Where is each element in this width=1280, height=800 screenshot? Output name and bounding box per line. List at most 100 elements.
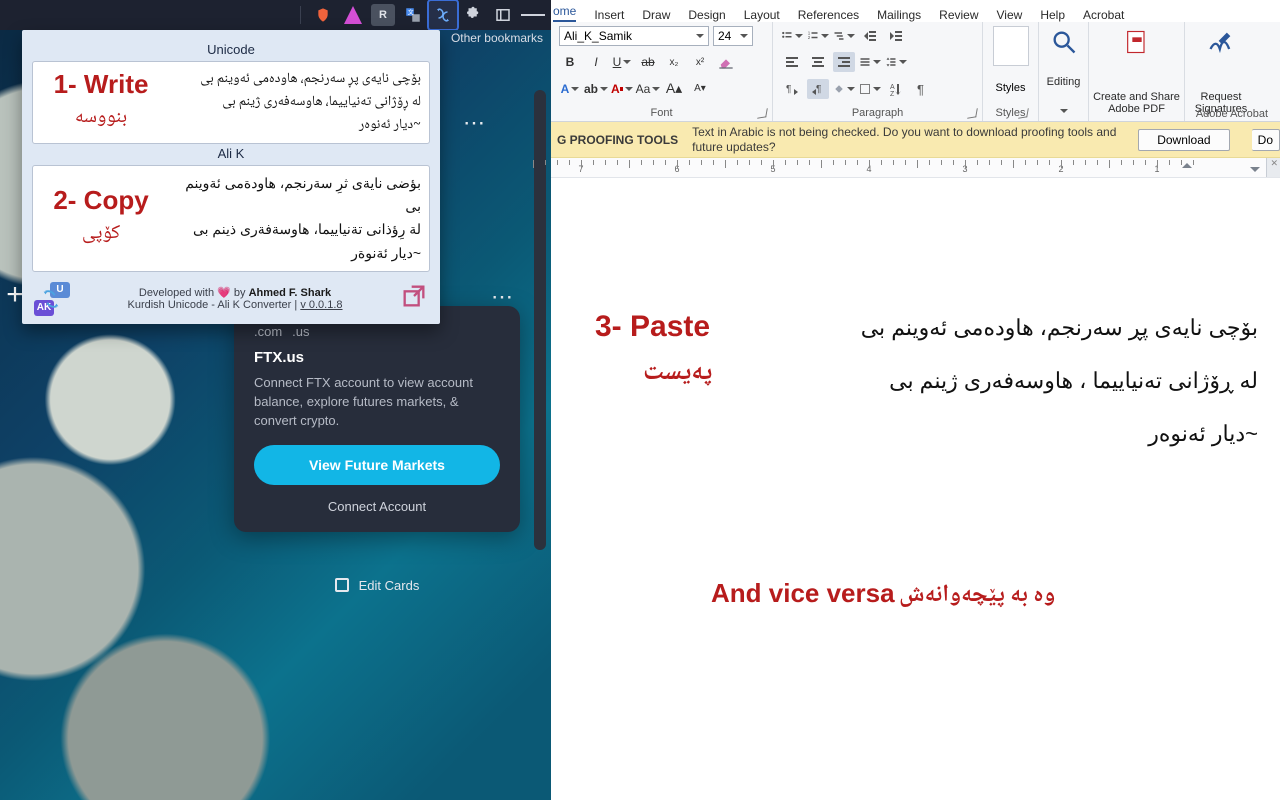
superscript-button[interactable]: x² xyxy=(689,52,711,72)
converter-extension-popup: Unicode 1- Write بنووسە بۆچی نایەی پڕ سە… xyxy=(22,30,440,324)
tab-draw[interactable]: Draw xyxy=(642,8,670,22)
shading-button[interactable] xyxy=(833,79,855,99)
align-right-button[interactable] xyxy=(833,52,855,72)
alik-text-box[interactable]: 2- Copy کۆپی بؤضى نايةى ثرِ سةرنجم، هاود… xyxy=(32,165,430,271)
open-in-new-icon[interactable] xyxy=(400,282,428,315)
font-group: Ali_K_Samik 24 B I U ab x₂ x² A ab xyxy=(551,22,773,121)
sidebar-icon[interactable] xyxy=(491,3,515,27)
extensions-icon[interactable] xyxy=(461,3,485,27)
ftx-pill-com[interactable]: .com xyxy=(254,324,282,339)
numbering-button[interactable]: 12 xyxy=(807,26,829,46)
connect-account-link[interactable]: Connect Account xyxy=(254,495,500,518)
font-name-combo[interactable]: Ali_K_Samik xyxy=(559,26,709,46)
ftx-title: FTX.us xyxy=(254,349,500,366)
font-dialog-launcher-icon[interactable] xyxy=(758,109,768,119)
horizontal-ruler[interactable]: 7654321 xyxy=(551,158,1280,178)
brave-shield-icon[interactable] xyxy=(311,3,335,27)
decrease-indent-button[interactable] xyxy=(859,26,881,46)
multilevel-list-button[interactable] xyxy=(833,26,855,46)
unicode-text-content[interactable]: بۆچی نایەی پڕ سەرنجم، هاودەمی ئەوینم بی … xyxy=(169,68,421,137)
line-spacing-button[interactable] xyxy=(885,52,907,72)
bold-button[interactable]: B xyxy=(559,52,581,72)
triangle-app-icon[interactable] xyxy=(341,3,365,27)
styles-label[interactable]: Styles xyxy=(996,82,1026,94)
create-pdf-button[interactable]: Create and Share Adobe PDF xyxy=(1089,22,1185,121)
download-proofing-button[interactable]: Download xyxy=(1138,129,1229,151)
clear-formatting-button[interactable] xyxy=(715,52,737,72)
signature-icon xyxy=(1205,28,1237,56)
tab-mailings[interactable]: Mailings xyxy=(877,8,921,22)
first-line-indent-marker[interactable] xyxy=(1182,158,1192,168)
show-marks-button[interactable]: ¶ xyxy=(911,79,933,99)
ftx-pill-us[interactable]: .us xyxy=(292,324,309,339)
view-future-markets-button[interactable]: View Future Markets xyxy=(254,445,500,485)
edit-cards-label: Edit Cards xyxy=(359,578,420,593)
step-1-label: 1- Write بنووسە xyxy=(41,68,161,137)
shrink-font-button[interactable]: A▾ xyxy=(689,79,711,99)
increase-indent-button[interactable] xyxy=(885,26,907,46)
underline-button[interactable]: U xyxy=(611,52,633,72)
edit-cards-button[interactable]: Edit Cards xyxy=(234,570,520,600)
chevron-down-icon xyxy=(740,34,748,42)
extension-version[interactable]: v 0.0.1.8 xyxy=(300,299,342,311)
sort-button[interactable]: AZ xyxy=(885,79,907,99)
grow-font-button[interactable]: A▴ xyxy=(663,79,685,99)
styles-dialog-launcher-icon[interactable] xyxy=(1019,109,1029,119)
ftx-description: Connect FTX account to view account bala… xyxy=(254,374,500,431)
font-color-button[interactable]: A xyxy=(611,79,633,99)
request-signatures-button[interactable]: Request Signatures xyxy=(1185,22,1257,121)
document-area[interactable]: 3- Paste پەیست بۆچی نایەی پڕ سەرنجم، هاو… xyxy=(551,178,1280,800)
justify-button[interactable] xyxy=(859,52,881,72)
ntp-scrollbar[interactable] xyxy=(534,90,546,550)
tab-acrobat[interactable]: Acrobat xyxy=(1083,8,1124,22)
highlight-button[interactable]: ab xyxy=(585,79,607,99)
reader-mode-icon[interactable]: R xyxy=(371,4,395,26)
bullets-button[interactable] xyxy=(781,26,803,46)
ruler-right-cap[interactable] xyxy=(1266,158,1280,177)
borders-button[interactable] xyxy=(859,79,881,99)
do-button-partial[interactable]: Do xyxy=(1252,129,1280,151)
font-size-combo[interactable]: 24 xyxy=(713,26,753,46)
swap-direction-button[interactable]: U AK xyxy=(34,282,70,316)
tab-layout[interactable]: Layout xyxy=(744,8,780,22)
strikethrough-button[interactable]: ab xyxy=(637,52,659,72)
paragraph-group-text: Paragraph xyxy=(852,107,903,119)
paragraph-dialog-launcher-icon[interactable] xyxy=(968,109,978,119)
text-effects-button[interactable]: A xyxy=(559,79,581,99)
hamburger-menu-icon[interactable] xyxy=(521,3,545,27)
align-left-button[interactable] xyxy=(781,52,803,72)
tab-review[interactable]: Review xyxy=(939,8,978,22)
tab-view[interactable]: View xyxy=(997,8,1023,22)
align-center-button[interactable] xyxy=(807,52,829,72)
alik-section-label: Ali K xyxy=(32,146,430,161)
acrobat-group-label: Adobe Acrobat xyxy=(1196,108,1268,120)
italic-button[interactable]: I xyxy=(585,52,607,72)
ltr-direction-button[interactable]: ¶ xyxy=(781,79,803,99)
vice-versa-ku: وە بە پێچەوانەش xyxy=(899,576,1055,617)
step-1-en: 1- Write xyxy=(54,70,149,99)
other-bookmarks-link[interactable]: Other bookmarks xyxy=(451,31,543,45)
tab-insert[interactable]: Insert xyxy=(594,8,624,22)
hanging-indent-marker[interactable] xyxy=(1250,167,1260,177)
svg-text:¶: ¶ xyxy=(786,84,791,95)
tab-references[interactable]: References xyxy=(798,8,859,22)
extension-footer: U AK Developed with 💗 by Ahmed F. Shark … xyxy=(32,280,430,316)
tab-home[interactable]: ome xyxy=(553,4,576,22)
svg-text:2: 2 xyxy=(808,35,811,40)
translate-icon[interactable]: 文 xyxy=(401,3,425,27)
pasted-poem[interactable]: بۆچی نایەی پڕ سەرنجم، هاودەمی ئەوینم بی … xyxy=(828,302,1258,460)
rtl-direction-button[interactable]: ¶ xyxy=(807,79,829,99)
tab-help[interactable]: Help xyxy=(1040,8,1065,22)
editing-group[interactable]: Editing xyxy=(1039,22,1089,121)
styles-gallery[interactable] xyxy=(993,26,1029,66)
unicode-text-box[interactable]: 1- Write بنووسە بۆچی نایەی پڕ سەرنجم، ها… xyxy=(32,61,430,144)
credit-pre: Developed with xyxy=(139,287,217,299)
tab-design[interactable]: Design xyxy=(688,8,725,22)
styles-group-label: Styles xyxy=(996,105,1026,119)
change-case-button[interactable]: Aa xyxy=(637,79,659,99)
subscript-button[interactable]: x₂ xyxy=(663,52,685,72)
poem-line-3: ~دیار ئەنوەر xyxy=(828,408,1258,461)
kurdish-converter-extension-icon[interactable] xyxy=(431,3,455,27)
alik-text-content[interactable]: بؤضى نايةى ثرِ سةرنجم، هاودةمى ئةوينم بى… xyxy=(169,172,421,264)
card-options-icon[interactable]: ⋯ xyxy=(463,110,487,136)
